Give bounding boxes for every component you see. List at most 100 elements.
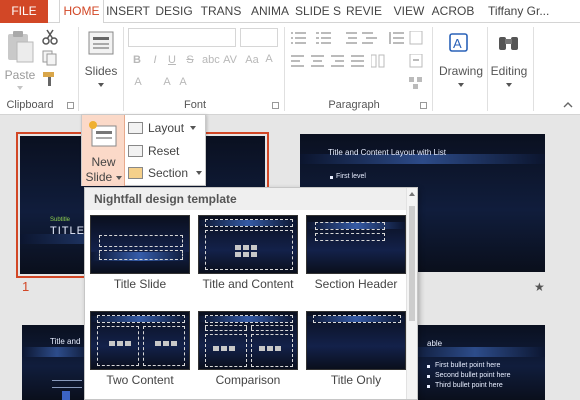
slide-thumbnail-3[interactable]: Title and (22, 325, 92, 400)
font-color-icon[interactable]: A (131, 76, 145, 88)
format-painter-icon[interactable] (42, 71, 58, 87)
group-label-paragraph: Paragraph (328, 99, 380, 111)
content-icon (251, 252, 257, 257)
new-slide-label-line1: New (91, 155, 116, 169)
layout-option-title-and-content[interactable]: Title and Content (198, 215, 302, 301)
font-name-field[interactable] (128, 28, 236, 47)
layout-name: Section Header (314, 277, 398, 291)
content-icon (259, 346, 265, 351)
slides-button[interactable]: Slides (84, 28, 118, 96)
tab-design[interactable]: DESIG (151, 0, 197, 23)
group-label-font: Font (183, 99, 206, 111)
new-slide-button[interactable]: New Slide (82, 115, 125, 186)
layout-option-comparison[interactable]: Comparison (198, 311, 302, 397)
content-icon (155, 341, 161, 346)
dialog-launcher-icon[interactable] (272, 102, 279, 109)
tab-view[interactable]: VIEW (390, 0, 428, 23)
tab-acrobat[interactable]: ACROB (428, 0, 478, 23)
slide-bullet: Third bullet point here (435, 382, 503, 389)
tab-insert[interactable]: INSERT (105, 0, 151, 23)
character-spacing-icon[interactable]: AV (222, 54, 238, 66)
chevron-down-icon (190, 126, 196, 130)
placeholder-box (313, 315, 401, 323)
placeholder-box (205, 315, 293, 323)
change-case-icon[interactable]: Aa (244, 54, 260, 66)
reset-button[interactable]: Reset (128, 141, 204, 161)
bullet-dot-icon (330, 176, 333, 179)
chevron-down-icon (458, 83, 464, 87)
columns-icon[interactable] (371, 54, 385, 68)
tab-review[interactable]: REVIE (341, 0, 387, 23)
new-slide-label-text: Slide (85, 170, 113, 184)
content-icon (243, 245, 249, 250)
layout-option-title-slide[interactable]: Title Slide (90, 215, 194, 301)
decorative-band (22, 347, 92, 357)
strikethrough-icon[interactable]: S (184, 54, 196, 66)
underline-icon[interactable]: U (166, 54, 178, 66)
tab-slideshow[interactable]: SLIDE S (295, 0, 341, 23)
layout-option-section-header[interactable]: Section Header (306, 215, 410, 301)
font-size-field[interactable] (240, 28, 278, 47)
slide-bullet: First bullet point here (435, 362, 501, 369)
slide-bullet: First level (336, 173, 366, 180)
layout-option-title-only[interactable]: Title Only (306, 311, 410, 397)
reset-icon (128, 145, 143, 157)
ribbon-tab-bar: FILE HOME INSERT DESIG TRANS ANIMA SLIDE… (0, 0, 580, 24)
decrease-indent-icon[interactable] (342, 31, 358, 45)
bold-icon[interactable]: B (131, 54, 143, 66)
copy-icon[interactable] (42, 50, 58, 66)
tab-file[interactable]: FILE (0, 0, 48, 23)
placeholder-box (315, 233, 385, 241)
content-icon (235, 245, 241, 250)
slide-thumbnail-4[interactable]: able First bullet point here Second bull… (405, 325, 545, 400)
placeholder-box (143, 326, 185, 366)
content-icon (213, 346, 219, 351)
scroll-up-icon[interactable] (409, 192, 415, 196)
collapse-ribbon-icon[interactable] (563, 101, 573, 109)
font-shrink-icon[interactable]: A (176, 76, 190, 88)
align-text-icon[interactable] (408, 54, 424, 68)
content-icon (229, 346, 235, 351)
italic-icon[interactable]: I (149, 54, 161, 66)
shadow-icon[interactable]: abc (202, 54, 220, 66)
layout-option-two-content[interactable]: Two Content (90, 311, 194, 397)
content-icon (221, 346, 227, 351)
chevron-down-icon (196, 171, 202, 175)
tab-transitions[interactable]: TRANS (197, 0, 245, 23)
layout-name: Title Only (330, 373, 382, 387)
chevron-down-icon (506, 83, 512, 87)
cut-icon[interactable] (42, 29, 58, 45)
paste-button[interactable]: Paste (2, 28, 38, 96)
slide-title: Title and (50, 337, 81, 346)
line-spacing-icon[interactable] (388, 31, 404, 45)
tab-animations[interactable]: ANIMA (245, 0, 295, 23)
slide-number-1: 1 (22, 279, 30, 294)
placeholder-box (205, 325, 247, 331)
section-button[interactable]: Section (128, 163, 204, 183)
smartart-icon[interactable] (408, 76, 424, 90)
slide-subtitle: Subtitle (50, 217, 71, 223)
placeholder-box (97, 326, 139, 366)
clear-formatting-icon[interactable]: A (262, 53, 276, 65)
align-center-icon[interactable] (311, 54, 325, 68)
layout-thumbnail (198, 215, 298, 274)
group-divider (487, 27, 488, 111)
dialog-launcher-icon[interactable] (67, 102, 74, 109)
dialog-launcher-icon[interactable] (420, 102, 427, 109)
content-icon (251, 245, 257, 250)
bullets-icon[interactable] (291, 31, 307, 45)
font-grow-icon[interactable]: A (160, 76, 174, 88)
layout-button[interactable]: Layout (128, 118, 204, 138)
align-left-icon[interactable] (291, 54, 305, 68)
align-right-icon[interactable] (331, 54, 345, 68)
user-account[interactable]: Tiffany Gr... (484, 0, 580, 23)
drawing-button[interactable]: A Drawing (437, 28, 485, 96)
numbering-icon[interactable] (316, 31, 332, 45)
text-direction-icon[interactable] (408, 31, 424, 45)
justify-icon[interactable] (351, 54, 365, 68)
tab-home[interactable]: HOME (59, 0, 104, 24)
group-divider (123, 27, 124, 111)
increase-indent-icon[interactable] (362, 31, 378, 45)
editing-button[interactable]: Editing (489, 28, 529, 96)
group-divider (78, 27, 79, 111)
